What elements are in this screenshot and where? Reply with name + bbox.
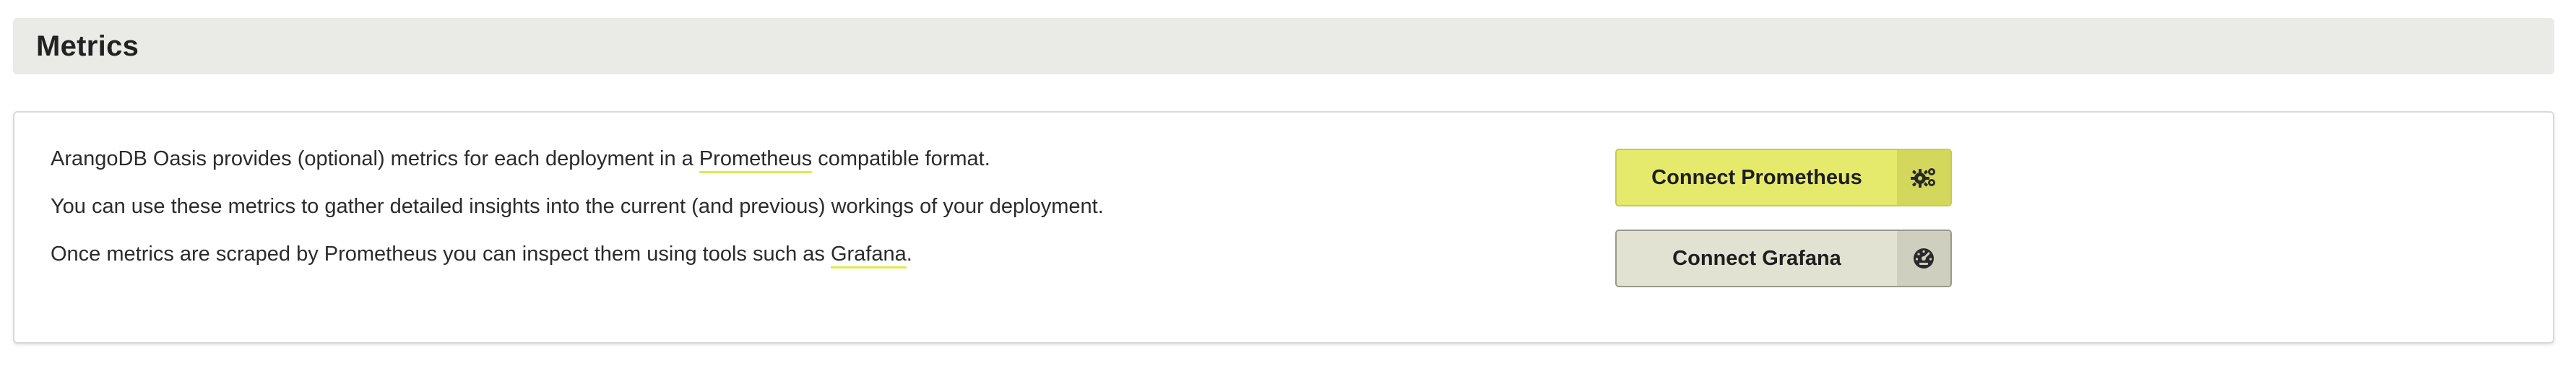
connect-prometheus-label: Connect Prometheus — [1651, 165, 1862, 189]
grafana-link[interactable]: Grafana — [830, 243, 907, 269]
line1-text-before: ArangoDB Oasis provides (optional) metri… — [51, 147, 699, 170]
connect-prometheus-button[interactable]: Connect Prometheus — [1615, 149, 1952, 206]
dashboard-icon — [1897, 231, 1950, 286]
description-line-2: You can use these metrics to gather deta… — [51, 195, 1104, 218]
line3-text-before: Once metrics are scraped by Prometheus y… — [51, 243, 831, 266]
connect-grafana-label: Connect Grafana — [1672, 246, 1841, 270]
prometheus-link[interactable]: Prometheus — [699, 147, 813, 173]
gears-icon — [1897, 150, 1950, 205]
line3-text-after: . — [906, 243, 912, 266]
connect-grafana-button[interactable]: Connect Grafana — [1615, 230, 1952, 287]
description-line-1: ArangoDB Oasis provides (optional) metri… — [51, 147, 990, 173]
page-title: Metrics — [36, 30, 139, 62]
metrics-card: ArangoDB Oasis provides (optional) metri… — [13, 111, 2554, 344]
description-line-3: Once metrics are scraped by Prometheus y… — [51, 243, 912, 269]
line1-text-after: compatible format. — [812, 147, 990, 170]
section-header: Metrics — [13, 18, 2554, 74]
